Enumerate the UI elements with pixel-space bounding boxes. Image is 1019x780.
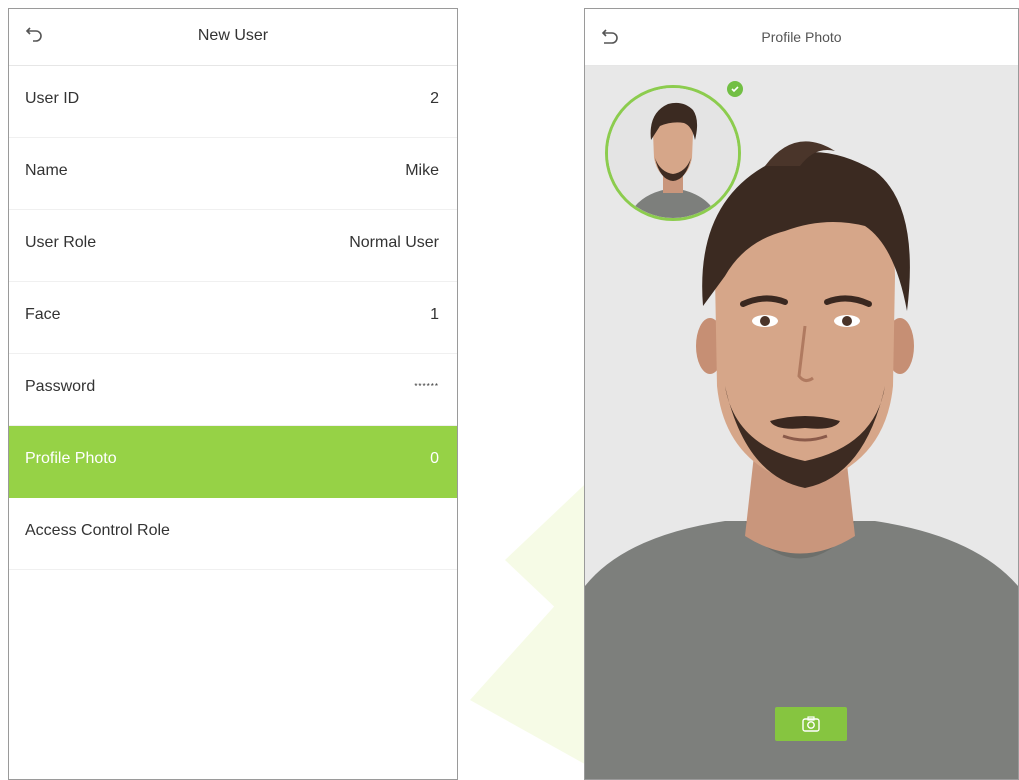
menu-item-value: 0 xyxy=(430,450,439,467)
menu-item-label: Profile Photo xyxy=(25,450,117,467)
header: Profile Photo xyxy=(585,9,1018,66)
menu-item-label: Password xyxy=(25,378,96,395)
menu-item-label: Name xyxy=(25,162,68,179)
person-portrait xyxy=(608,88,738,218)
capture-button[interactable] xyxy=(775,707,847,741)
camera-icon xyxy=(802,716,820,732)
menu-item-value: 2 xyxy=(430,90,439,107)
menu-item-label: User ID xyxy=(25,90,80,107)
menu-item-user-role[interactable]: User Role Normal User xyxy=(9,210,457,282)
menu-item-value: Mike xyxy=(405,162,439,179)
header: New User xyxy=(9,9,457,66)
menu-item-user-id[interactable]: User ID 2 xyxy=(9,66,457,138)
menu-item-password[interactable]: Password ****** xyxy=(9,354,457,426)
profile-photo-screen: Profile Photo xyxy=(584,8,1019,780)
page-title: Profile Photo xyxy=(761,29,842,45)
menu-item-label: User Role xyxy=(25,234,97,251)
profile-photo-thumbnail xyxy=(605,85,741,221)
new-user-screen: New User User ID 2 Name Mike User Role N… xyxy=(8,8,458,780)
menu-item-value: 1 xyxy=(430,306,439,323)
menu-item-access-control-role[interactable]: Access Control Role xyxy=(9,498,457,570)
menu-item-profile-photo[interactable]: Profile Photo 0 xyxy=(9,426,457,498)
page-title: New User xyxy=(197,27,269,44)
menu-item-name[interactable]: Name Mike xyxy=(9,138,457,210)
menu-item-label: Face xyxy=(25,306,61,323)
menu-item-value: Normal User xyxy=(349,234,439,251)
check-icon xyxy=(727,81,743,97)
menu-item-label: Access Control Role xyxy=(25,522,170,539)
menu-item-face[interactable]: Face 1 xyxy=(9,282,457,354)
menu-item-value: ****** xyxy=(414,382,439,391)
